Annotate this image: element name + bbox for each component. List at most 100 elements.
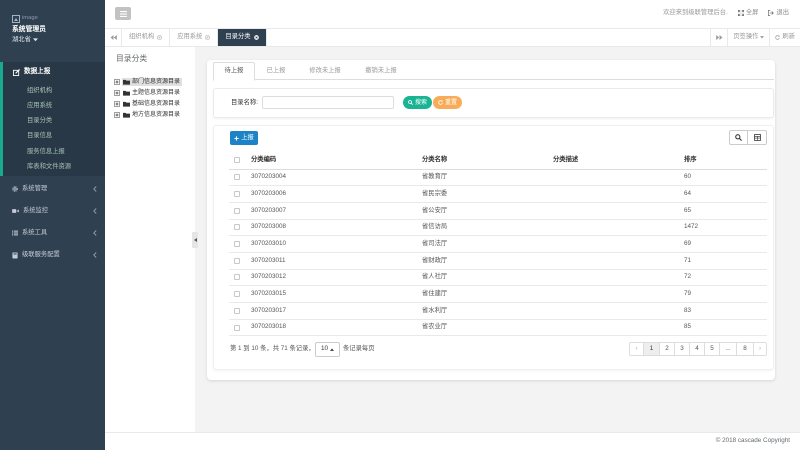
table-row[interactable]: 3070203004 省教育厅 60 — [229, 169, 767, 187]
reset-button[interactable]: 重置 — [433, 96, 463, 109]
pagination: 第 1 到 10 条，共 71 条记录， 10 条记录每页 ‹ 1 2 3 4 … — [230, 342, 767, 357]
page-button-8[interactable]: 8 — [736, 343, 753, 355]
row-checkbox[interactable] — [234, 257, 240, 264]
table-row[interactable]: 3070203008 省信访局 1472 — [229, 219, 767, 237]
table-row[interactable]: 3070203007 省公安厅 65 — [229, 202, 767, 220]
tab-scroll-right-button[interactable] — [710, 29, 727, 46]
tab-pending-report[interactable]: 待上报 — [213, 62, 255, 81]
cell-code: 3070203011 — [245, 252, 416, 270]
tree-collapse-handle[interactable] — [192, 232, 198, 248]
region-dropdown[interactable]: 湖北省 — [12, 36, 97, 43]
tab-app-system[interactable]: 应用系统 — [170, 29, 219, 46]
column-header-desc[interactable]: 分类描述 — [547, 152, 678, 170]
tree-node-local-catalog[interactable]: 地方信息资源目录 — [114, 110, 194, 121]
tree-node-content[interactable]: 部门信息资源目录 — [122, 78, 183, 86]
refresh-tab-button[interactable]: 刷新 — [769, 29, 800, 46]
select-all-checkbox[interactable] — [234, 157, 240, 164]
search-button[interactable]: 搜索 — [403, 96, 433, 109]
table-row[interactable]: 3070203017 省水利厅 83 — [229, 302, 767, 320]
submenu-item-table-file-resources[interactable]: 库表和文件资源 — [3, 159, 105, 174]
expand-plus-icon[interactable] — [114, 90, 120, 96]
tab-actions-dropdown[interactable]: 页签操作 — [727, 29, 769, 46]
page-size-select[interactable]: 10 — [315, 342, 340, 357]
tab-modified-unreported[interactable]: 修改未上报 — [297, 62, 353, 80]
table-row[interactable]: 3070203012 省人社厅 72 — [229, 269, 767, 287]
tree-node-content[interactable]: 基础信息资源目录 — [122, 100, 182, 108]
page-button-2[interactable]: 2 — [659, 343, 674, 355]
tree-node-content[interactable]: 地方信息资源目录 — [122, 111, 182, 119]
page-button-1[interactable]: 1 — [643, 343, 659, 355]
menu-item-system-tools[interactable]: 系统工具 — [0, 222, 105, 244]
toggle-search-button[interactable] — [729, 130, 748, 145]
tab-label: 应用系统 — [177, 33, 203, 41]
tab-reported[interactable]: 已上报 — [255, 62, 297, 80]
reset-button-label: 重置 — [445, 99, 458, 106]
close-circle-icon[interactable] — [253, 35, 259, 40]
column-header-sort[interactable]: 排序 — [678, 152, 767, 170]
row-checkbox[interactable] — [234, 324, 240, 331]
cell-desc — [547, 169, 678, 187]
table-row[interactable]: 3070203006 省民宗委 64 — [229, 185, 767, 203]
column-header-name[interactable]: 分类名称 — [416, 152, 547, 170]
top-navbar: 欢迎来到级联管理后台. 全屏 退出 — [105, 0, 800, 29]
report-button[interactable]: 上报 — [230, 131, 258, 145]
row-checkbox[interactable] — [234, 224, 240, 231]
table-row[interactable]: 3070203010 省司法厅 69 — [229, 235, 767, 253]
row-checkbox[interactable] — [234, 241, 240, 248]
expand-plus-icon[interactable] — [114, 112, 120, 118]
submenu-item-app-system[interactable]: 应用系统 — [3, 98, 105, 113]
row-select-cell — [229, 185, 245, 203]
tab-catalog-category[interactable]: 目录分类 — [218, 29, 267, 46]
sidebar-toggle-button[interactable] — [115, 7, 131, 20]
close-circle-icon[interactable] — [205, 35, 211, 40]
column-toggle-button[interactable] — [748, 130, 767, 145]
table-row[interactable]: 3070203018 省农业厅 85 — [229, 319, 767, 337]
logout-button[interactable]: 退出 — [768, 9, 789, 17]
cell-name: 省司法厅 — [416, 235, 547, 253]
catalog-name-input[interactable] — [262, 96, 394, 109]
column-header-code[interactable]: 分类编码 — [245, 152, 416, 170]
table-row[interactable]: 3070203015 省住建厅 79 — [229, 285, 767, 303]
row-checkbox[interactable] — [234, 274, 240, 281]
tab-revoked-unreported[interactable]: 撤销未上报 — [353, 62, 409, 80]
page-button-4[interactable]: 4 — [689, 343, 704, 355]
menu-item-data-report[interactable]: 数据上报 — [3, 62, 105, 83]
fullscreen-button[interactable]: 全屏 — [737, 9, 758, 17]
cell-code: 3070203015 — [245, 285, 416, 303]
row-checkbox[interactable] — [234, 291, 240, 298]
top-right-actions: 欢迎来到级联管理后台. 全屏 退出 — [663, 9, 789, 17]
close-circle-icon[interactable] — [157, 35, 163, 40]
row-checkbox[interactable] — [234, 191, 240, 198]
page-next-button[interactable]: › — [753, 343, 766, 355]
expand-plus-icon[interactable] — [114, 101, 120, 107]
tab-org-structure[interactable]: 组织机构 — [122, 29, 171, 46]
tree-node-content[interactable]: 主题信息资源目录 — [122, 89, 182, 97]
submenu-item-service-report[interactable]: 服务信息上报 — [3, 144, 105, 159]
pagination-summary: 第 1 到 10 条，共 71 条记录， — [230, 345, 315, 352]
expand-plus-icon[interactable] — [114, 79, 120, 85]
page-button-3[interactable]: 3 — [674, 343, 689, 355]
caret-down-icon — [760, 36, 765, 39]
menu-item-system-admin[interactable]: 系统管理 — [0, 178, 105, 200]
table-row[interactable]: 3070203011 省财政厅 71 — [229, 252, 767, 270]
tree-node-topic-catalog[interactable]: 主题信息资源目录 — [114, 88, 194, 99]
tree-node-dept-catalog[interactable]: 部门信息资源目录 — [114, 77, 194, 88]
submenu-item-catalog-category[interactable]: 目录分类 — [3, 114, 105, 129]
page-button-5[interactable]: 5 — [704, 343, 719, 355]
submenu-item-catalog-info[interactable]: 目录信息 — [3, 129, 105, 144]
tab-scroll-left-button[interactable] — [105, 29, 122, 46]
menu-item-label: 数据上报 — [24, 68, 51, 76]
menu-item-system-monitor[interactable]: 系统监控 — [0, 200, 105, 222]
tree-node-basic-catalog[interactable]: 基础信息资源目录 — [114, 99, 194, 110]
row-checkbox[interactable] — [234, 174, 240, 181]
menu-item-cascade-service-config[interactable]: 级联服务配置 — [0, 244, 105, 266]
cell-desc — [547, 285, 678, 303]
cell-code: 3070203018 — [245, 319, 416, 337]
page-prev-button[interactable]: ‹ — [630, 343, 643, 355]
row-checkbox[interactable] — [234, 307, 240, 314]
submenu-item-org-structure[interactable]: 组织机构 — [3, 83, 105, 98]
menu-list: 系统管理 系统监控 系统工具 级联服务配置 — [0, 178, 105, 266]
search-icon — [408, 100, 413, 105]
row-checkbox[interactable] — [234, 207, 240, 214]
book-icon — [12, 252, 18, 258]
